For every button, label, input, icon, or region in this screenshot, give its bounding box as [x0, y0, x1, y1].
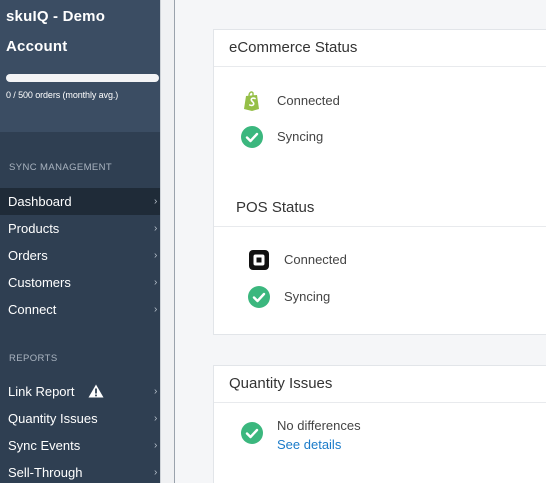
sidebar-item-sell-through[interactable]: Sell-Through › [0, 459, 160, 483]
sidebar-item-orders[interactable]: Orders › [0, 242, 160, 269]
sidebar-item-link-report[interactable]: Link Report › [0, 378, 160, 405]
see-details-link[interactable]: See details [277, 433, 341, 457]
pos-status-title: POS Status [214, 190, 546, 227]
square-pos-icon [249, 250, 269, 270]
sidebar-item-sync-events[interactable]: Sync Events › [0, 432, 160, 459]
section-label-sync-management: SYNC MANAGEMENT [9, 162, 113, 173]
quantity-issues-card: Quantity Issues No differences See detai… [213, 365, 546, 483]
sidebar-item-customers[interactable]: Customers › [0, 269, 160, 296]
sidebar-item-label: Sell-Through [8, 465, 83, 480]
orders-usage-text: 0 / 500 orders (monthly avg.) [6, 90, 119, 100]
pos-sync-text: Syncing [284, 289, 331, 304]
pos-status-section: POS Status [214, 190, 546, 227]
sidebar-item-label: Quantity Issues [8, 411, 98, 426]
shopify-icon [244, 91, 259, 111]
ecommerce-connection-text: Connected [277, 93, 340, 108]
sidebar-item-quantity-issues[interactable]: Quantity Issues › [0, 405, 160, 432]
sidebar-item-products[interactable]: Products › [0, 215, 160, 242]
sidebar-item-label: Customers [8, 275, 71, 290]
sidebar-item-label: Orders [8, 248, 48, 263]
sidebar-item-connect[interactable]: Connect › [0, 296, 160, 323]
account-title: skuIQ - Demo Account [6, 8, 106, 55]
sidebar-item-label: Connect [8, 302, 57, 317]
check-circle-icon [241, 126, 263, 148]
check-circle-icon [241, 422, 263, 444]
sidebar-item-label: Products [8, 221, 60, 236]
sidebar-item-dashboard[interactable]: Dashboard › [0, 188, 160, 215]
sidebar-item-label: Dashboard [8, 194, 72, 209]
status-card: eCommerce Status Connected Syncing POS S… [213, 29, 546, 335]
account-panel: skuIQ - Demo Account 0 / 500 orders (mon… [0, 0, 160, 132]
ecommerce-sync-text: Syncing [277, 129, 324, 144]
pos-connection-text: Connected [284, 252, 347, 267]
orders-usage-bar [6, 74, 159, 82]
section-label-reports: REPORTS [9, 353, 58, 364]
sidebar-item-label: Sync Events [8, 438, 81, 453]
warning-icon [88, 384, 104, 398]
sidebar-item-label: Link Report [8, 384, 75, 399]
check-circle-icon [248, 286, 270, 308]
ecommerce-status-title: eCommerce Status [214, 30, 546, 67]
sidebar: skuIQ - Demo Account 0 / 500 orders (mon… [0, 0, 160, 483]
sidebar-resize-handle[interactable] [160, 0, 175, 483]
quantity-issues-title: Quantity Issues [214, 366, 546, 403]
